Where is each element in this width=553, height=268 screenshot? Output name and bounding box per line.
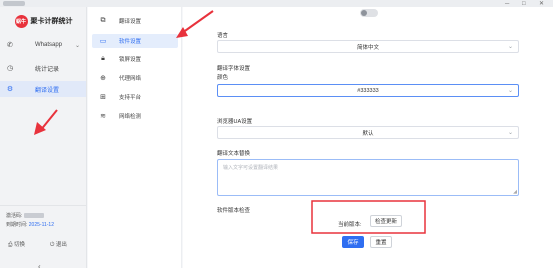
switch-button[interactable]: ⎙ 切换 [8,240,25,249]
chevron-down-icon: ⌄ [507,44,513,50]
switch-icon: ⎙ [8,242,13,248]
activation-code: 激活码: [6,212,44,219]
switch-label: 切换 [13,242,25,248]
nav-item-whatsapp[interactable]: ✆ Whatsapp ⌄ [0,37,86,53]
submenu-translate[interactable]: ⧉ 翻译设置 [92,14,178,28]
current-version-label: 当前版本: [338,222,362,228]
check-update-button[interactable]: 检查更新 [370,215,402,227]
submenu-platforms[interactable]: ⊞ 支持平台 [92,90,178,104]
ua-select[interactable]: 默认 ⌄ [217,126,519,139]
chevron-down-icon: ⌄ [74,42,80,49]
logout-label: 退出 [55,242,67,248]
save-button[interactable]: 保存 [342,236,364,248]
logout-icon: ⏻ [50,242,55,248]
nav-item-label: 翻译设置 [35,87,60,94]
textarea-placeholder: 输入文字可设置翻译结果 [223,165,279,171]
wifi-icon: ≋ [100,113,106,120]
ua-value: 默认 [362,130,374,137]
version-section-label: 软件版本检查 [217,208,251,214]
color-label: 颜色 [217,75,229,81]
language-label: 语言 [217,33,229,39]
settings-submenu: ⧉ 翻译设置 ▭ 软件设置 🔒︎ 锁屏设置 ⊕ 代理网络 ⊞ 支持平台 ≋ 网络… [88,7,182,268]
resize-grip-icon[interactable]: ◢ [513,189,517,195]
logout-button[interactable]: ⏻ 退出 [50,240,67,249]
activation-code-label: 激活码: [6,213,23,219]
activation-code-redacted [23,213,44,219]
brand: 蜗牛 聚卡计群统计 [0,12,87,30]
monitor-icon: ▭ [99,38,107,45]
nav-item-label: Whatsapp [35,42,63,48]
expire-date: 到期时间: 2025-11-12 [6,221,54,228]
reset-button[interactable]: 重置 [370,236,392,248]
text-replace-label: 翻译文本替换 [217,151,251,157]
chevron-down-icon: ⌄ [507,130,513,136]
language-value: 简体中文 [356,44,379,51]
submenu-proxy[interactable]: ⊕ 代理网络 [92,71,178,85]
app-name: 聚卡计群统计 [30,18,73,25]
expire-label: 到期时间: [6,222,28,228]
gear-icon: ⚙ [6,86,14,93]
submenu-label: 翻译设置 [119,19,142,25]
account-panel: 激活码: 到期时间: 2025-11-12 [0,205,86,268]
software-settings-panel: 语言 简体中文 ⌄ 翻译字体设置 颜色 #333333 ⌄ 浏览器UA设置 默认… [183,7,553,268]
translate-icon: ⧉ [100,17,106,24]
main-sidebar: 蜗牛 聚卡计群统计 ✆ Whatsapp ⌄ ◷ 统计记录 ⚙ 翻译设置 激活码… [0,7,87,268]
font-section-label: 翻译字体设置 [217,66,251,72]
ua-label: 浏览器UA设置 [217,119,253,125]
lock-icon: 🔒︎ [101,55,105,62]
submenu-label: 代理网络 [119,76,142,82]
submenu-label: 软件设置 [119,39,142,45]
nav-item-settings[interactable]: ⚙ 翻译设置 [0,81,86,97]
chevron-down-icon: ⌄ [507,88,513,94]
window-title-redacted [3,1,25,6]
nav-item-label: 统计记录 [35,66,60,73]
color-input[interactable]: #333333 ⌄ [217,84,519,97]
submenu-network[interactable]: ≋ 网络检测 [92,109,178,123]
whatsapp-icon: ✆ [7,42,13,49]
submenu-software[interactable]: ▭ 软件设置 [92,34,178,48]
language-select[interactable]: 简体中文 ⌄ [217,40,519,53]
window-titlebar: ─ □ ✕ [0,0,553,7]
collapse-icon[interactable]: ‹ [38,262,41,268]
color-value: #333333 [357,87,379,94]
submenu-label: 锁屏设置 [119,57,142,63]
submenu-label: 网络检测 [119,114,142,120]
submenu-lockscreen[interactable]: 🔒︎ 锁屏设置 [92,52,178,66]
grid-icon: ⊞ [100,94,106,101]
submenu-label: 支持平台 [119,95,142,101]
clock-icon: ◷ [6,65,14,72]
globe-icon: ⊕ [100,75,106,82]
text-replace-textarea[interactable]: 输入文字可设置翻译结果 ◢ [217,159,519,196]
toggle-switch[interactable] [360,9,378,17]
brand-logo: 蜗牛 [14,14,28,28]
nav-item-records[interactable]: ◷ 统计记录 [0,60,86,76]
expire-value: 2025-11-12 [28,222,54,228]
